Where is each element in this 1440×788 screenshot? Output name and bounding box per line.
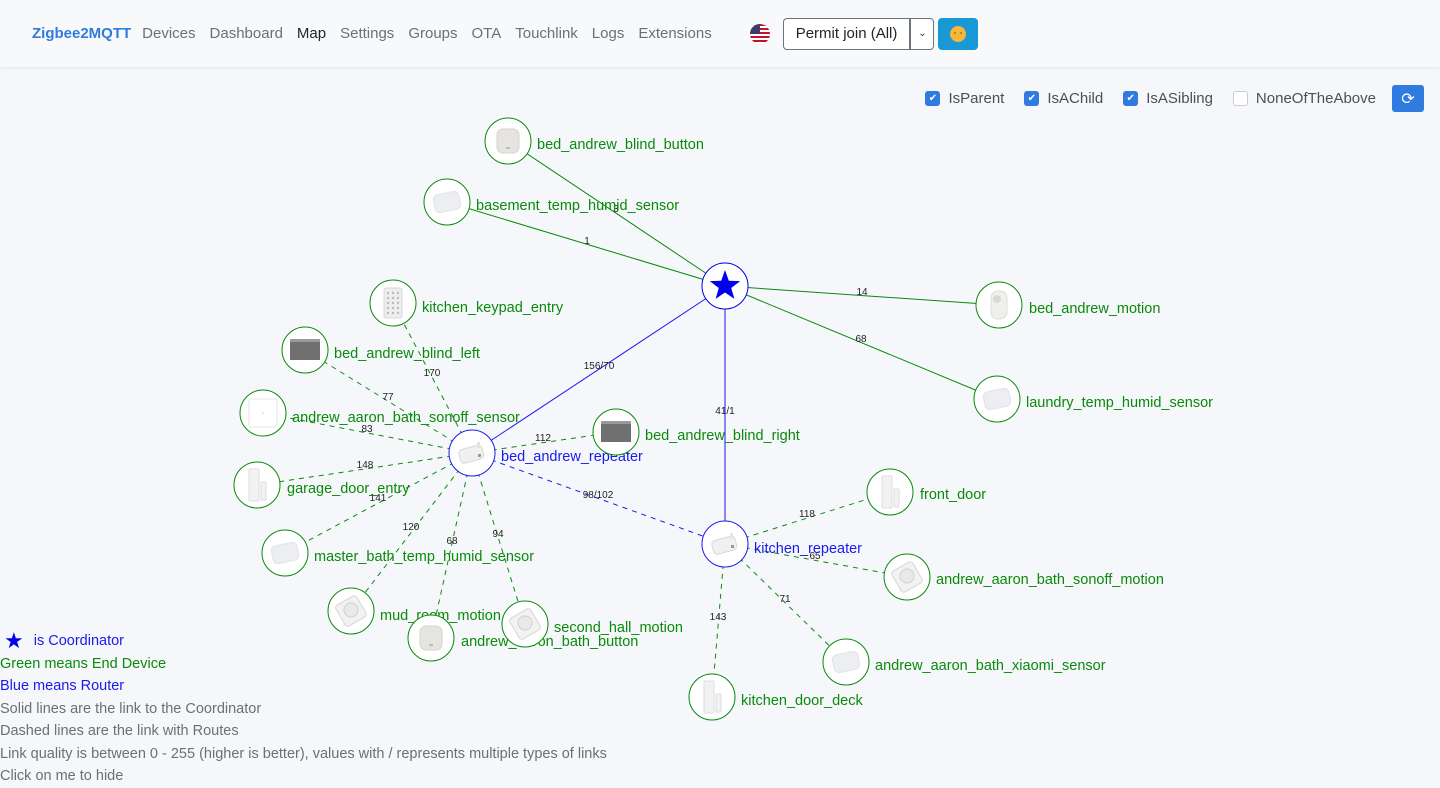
link-quality-label: 156/70 xyxy=(584,361,615,372)
legend-hide[interactable]: Click on me to hide xyxy=(0,765,607,788)
link-quality-label: 120 xyxy=(403,522,420,533)
node-laundry_temp_humid_sensor[interactable]: laundry_temp_humid_sensor xyxy=(973,375,1213,423)
checkbox[interactable]: ✔ xyxy=(925,91,941,106)
navbar: Zigbee2MQTT Devices Dashboard Map Settings G… xyxy=(0,0,1440,67)
node-label[interactable]: andrew_aaron_bath_sonoff_sensor xyxy=(292,410,520,426)
node-kitchen_repeater[interactable]: kitchen_repeater xyxy=(701,520,862,568)
node-label[interactable]: master_bath_temp_humid_sensor xyxy=(314,549,534,565)
node-label[interactable]: bed_andrew_blind_right xyxy=(645,428,800,444)
nav-link-extensions[interactable]: Extensions xyxy=(636,25,713,42)
node-label[interactable]: andrew_aaron_bath_sonoff_motion xyxy=(936,572,1164,588)
node-bed_andrew_motion[interactable]: bed_andrew_motion xyxy=(975,281,1160,329)
node-bed_andrew_blind_button[interactable]: bed_andrew_blind_button xyxy=(484,117,704,165)
node-label[interactable]: front_door xyxy=(920,487,986,503)
node-bed_andrew_blind_right[interactable]: bed_andrew_blind_right xyxy=(592,408,800,456)
map-filters: ✔ IsParent ✔ IsAChild ✔ IsASibling NoneOfTheAb… xyxy=(925,85,1424,112)
permit-join-button[interactable]: Permit join (All) xyxy=(782,17,910,50)
link-quality-label: 41/1 xyxy=(715,406,735,417)
legend-router: Blue means Router xyxy=(0,678,125,694)
filter-isachild[interactable]: ✔ IsAChild xyxy=(1024,90,1103,107)
device-button-icon xyxy=(496,128,520,154)
link-quality-label: 112 xyxy=(535,433,551,444)
node-label[interactable]: basement_temp_humid_sensor xyxy=(476,198,679,214)
nav-link-touchlink[interactable]: Touchlink xyxy=(513,25,580,42)
link-quality-label: 170 xyxy=(424,368,441,379)
legend-end-device: Green means End Device xyxy=(0,655,167,672)
node-label[interactable]: kitchen_door_deck xyxy=(741,693,863,709)
checkbox[interactable]: ✔ xyxy=(1024,91,1040,106)
filter-label: NoneOfTheAbove xyxy=(1255,90,1376,107)
legend-dashed: Dashed lines are the link with Routes xyxy=(0,723,239,739)
checkbox[interactable] xyxy=(1232,91,1248,106)
node-label[interactable]: kitchen_keypad_entry xyxy=(422,300,564,316)
nav-links: Devices Dashboard Map Settings Groups OTA Touc… xyxy=(140,25,724,42)
node-kitchen_keypad_entry[interactable]: kitchen_keypad_entry xyxy=(369,279,564,327)
node-basement_temp_humid_sensor[interactable]: basement_temp_humid_sensor xyxy=(423,178,679,226)
device-blind-icon xyxy=(290,339,320,360)
refresh-button[interactable]: ⟳ xyxy=(1392,85,1424,112)
legend-coordinator: ★ is Coordinator xyxy=(0,630,607,653)
filter-isasibling[interactable]: ✔ IsASibling xyxy=(1123,90,1213,107)
node-label[interactable]: kitchen_repeater xyxy=(754,541,862,557)
filter-label: IsAChild xyxy=(1047,90,1104,107)
checkbox[interactable]: ✔ xyxy=(1123,91,1139,106)
node-andrew_aaron_bath_sonoff_sensor[interactable]: andrew_aaron_bath_sonoff_sensor xyxy=(239,389,520,437)
nav-link-groups[interactable]: Groups xyxy=(406,25,459,42)
device-keypad-icon xyxy=(383,287,403,319)
node-label[interactable]: bed_andrew_blind_left xyxy=(334,346,480,362)
node-andrew_aaron_bath_sonoff_motion[interactable]: andrew_aaron_bath_sonoff_motion xyxy=(883,553,1164,601)
nav-link-ota[interactable]: OTA xyxy=(470,25,504,42)
permit-join-group: Permit join (All) ⌄ xyxy=(782,17,935,50)
node-label[interactable]: garage_door_entry xyxy=(287,481,410,497)
nav-link-map[interactable]: Map xyxy=(295,25,328,42)
node-front_door[interactable]: front_door xyxy=(866,468,986,516)
nav-link-dashboard[interactable]: Dashboard xyxy=(208,25,285,42)
node-bed_andrew_blind_left[interactable]: bed_andrew_blind_left xyxy=(281,326,480,374)
chevron-down-icon: ⌄ xyxy=(918,28,927,39)
refresh-icon: ⟳ xyxy=(1401,90,1415,108)
node-label[interactable]: laundry_temp_humid_sensor xyxy=(1026,395,1213,411)
filter-isparent[interactable]: ✔ IsParent xyxy=(925,90,1004,107)
nav-link-devices[interactable]: Devices xyxy=(140,25,197,42)
brand-link[interactable]: Zigbee2MQTT xyxy=(32,25,131,42)
link-quality-label: 118 xyxy=(799,509,815,520)
nav-link-settings[interactable]: Settings xyxy=(338,25,396,42)
device-square-icon xyxy=(248,398,278,428)
legend-lqi: Link quality is between 0 - 255 (higher … xyxy=(0,745,607,762)
link-quality-label: 14 xyxy=(856,287,868,298)
filter-label: IsASibling xyxy=(1146,90,1213,107)
filter-label: IsParent xyxy=(948,90,1005,107)
legend-solid: Solid lines are the link to the Coordina… xyxy=(0,700,262,717)
node-label[interactable]: bed_andrew_blind_button xyxy=(537,137,704,153)
link-quality-label: 98/102 xyxy=(583,490,614,501)
link-quality-label: 143 xyxy=(710,612,727,623)
link-quality-label: 94 xyxy=(492,529,504,540)
nav-link-logs[interactable]: Logs xyxy=(590,25,627,42)
node-coordinator[interactable] xyxy=(701,262,749,310)
device-motion-tall-icon xyxy=(990,290,1008,320)
link-quality-label: 1 xyxy=(584,236,590,247)
sun-face-icon xyxy=(950,25,967,42)
node-andrew_aaron_bath_xiaomi_sensor[interactable]: andrew_aaron_bath_xiaomi_sensor xyxy=(822,638,1106,686)
link-quality-label: 68 xyxy=(446,536,458,547)
permit-join-dropdown-toggle[interactable]: ⌄ xyxy=(909,17,935,50)
filter-noneoftheabove[interactable]: NoneOfTheAbove xyxy=(1232,90,1376,107)
link-quality-label: 148 xyxy=(357,460,374,471)
star-icon: ★ xyxy=(4,628,24,654)
map-legend[interactable]: ★ is Coordinator Green means End Device … xyxy=(0,630,607,788)
link-quality-label: 68 xyxy=(855,334,867,345)
us-flag-icon[interactable] xyxy=(749,23,770,44)
node-label[interactable]: bed_andrew_motion xyxy=(1029,301,1160,317)
link-quality-label: 71 xyxy=(779,594,791,605)
device-blind-icon xyxy=(601,421,631,442)
theme-toggle-button[interactable] xyxy=(938,17,979,50)
legend-coordinator-text: is Coordinator xyxy=(33,633,124,649)
node-label[interactable]: andrew_aaron_bath_xiaomi_sensor xyxy=(875,658,1106,674)
link-quality-label: 77 xyxy=(382,392,394,403)
